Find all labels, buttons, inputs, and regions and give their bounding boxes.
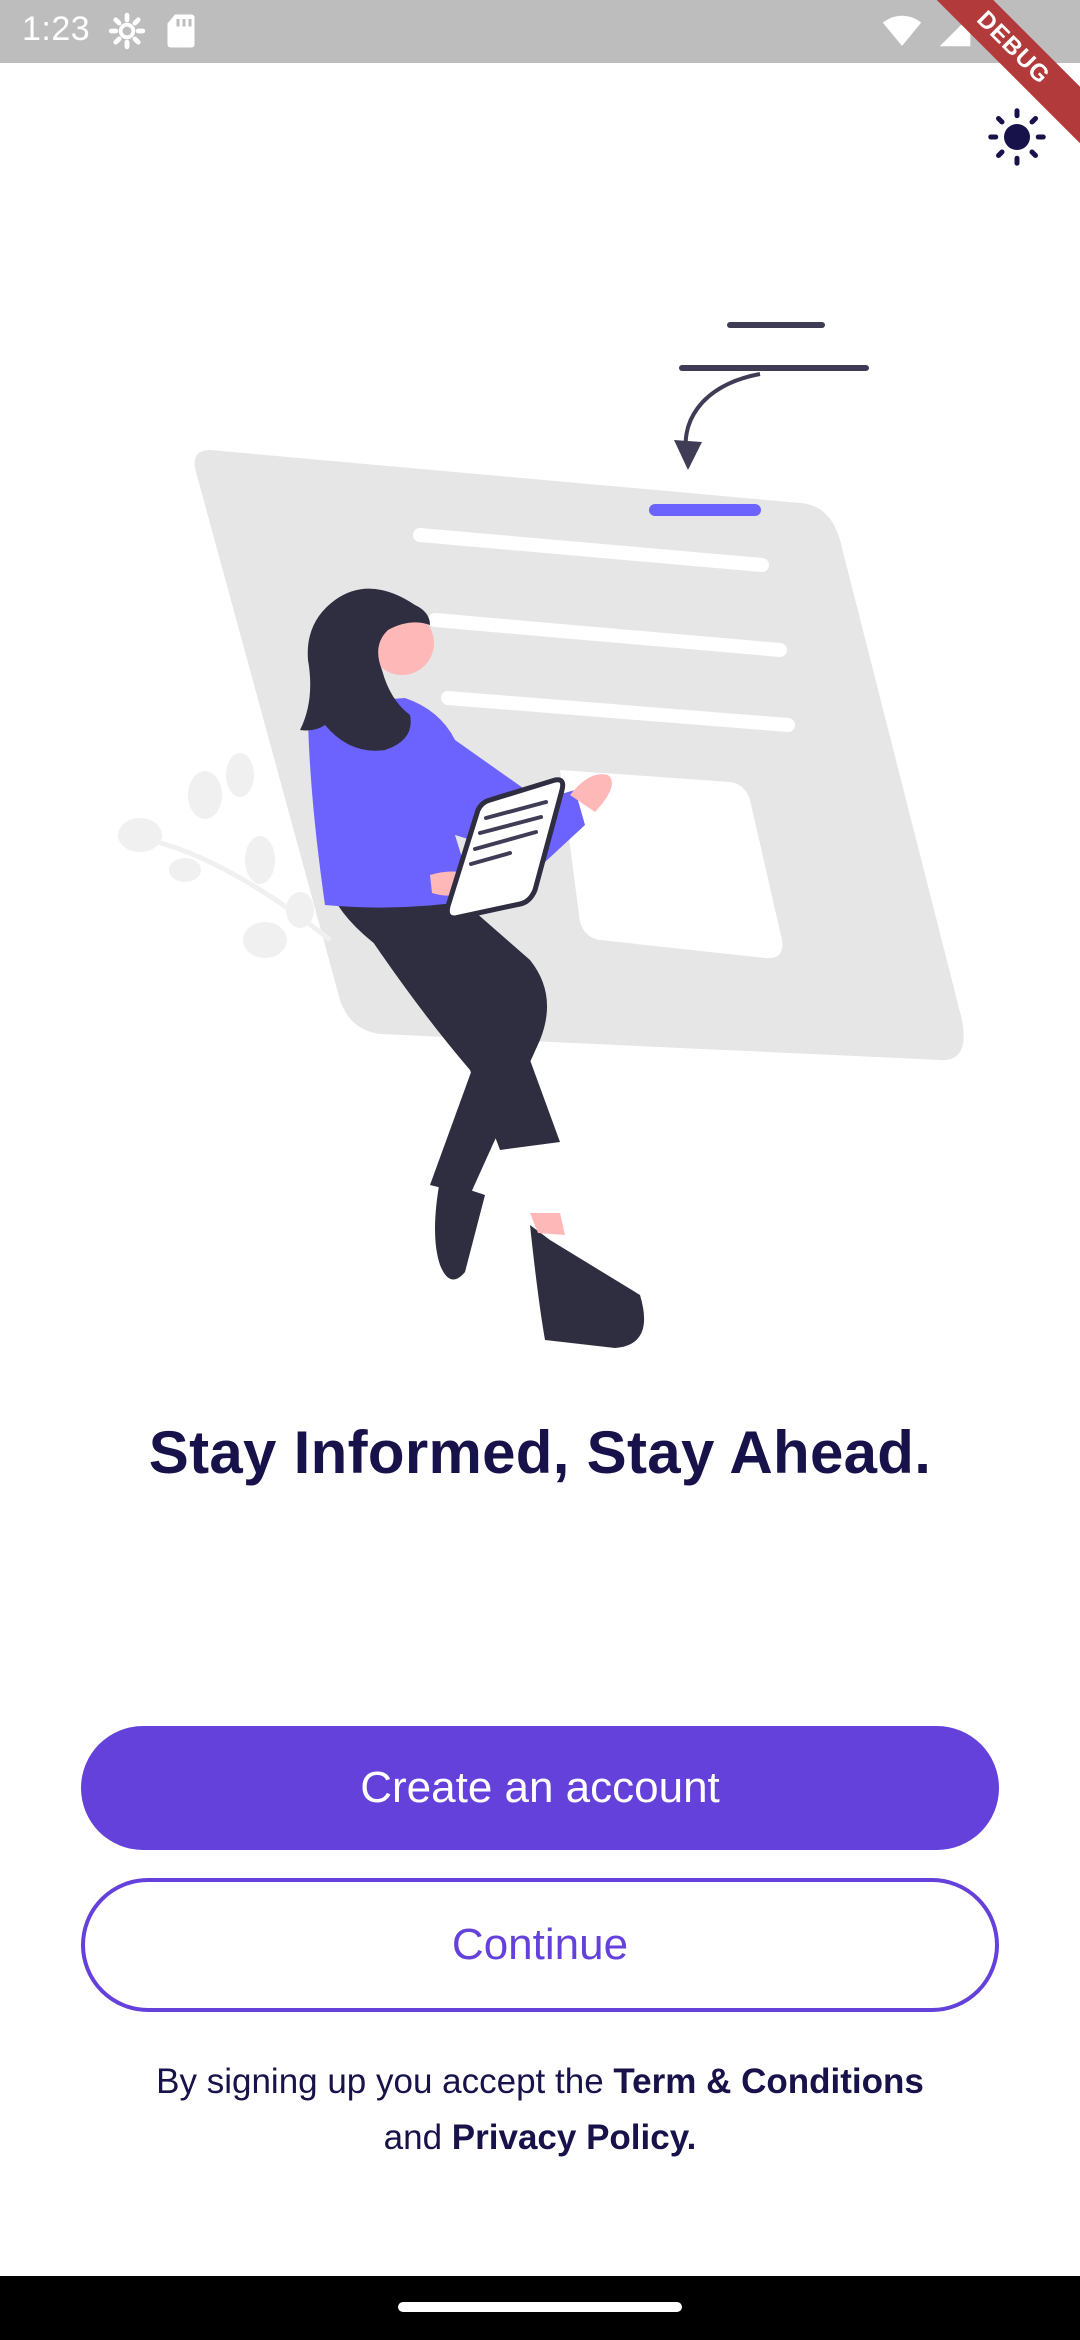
onboarding-illustration: [118, 322, 964, 1348]
continue-button[interactable]: Continue: [81, 1878, 999, 2012]
settings-icon: [108, 12, 146, 55]
status-time: 1:23: [22, 10, 91, 48]
sd-card-icon: [166, 13, 196, 54]
legal-middle: and: [383, 2118, 452, 2157]
legal-prefix: By signing up you accept the: [156, 2062, 614, 2101]
create-account-button[interactable]: Create an account: [81, 1726, 999, 1850]
terms-link[interactable]: Term & Conditions: [613, 2062, 923, 2101]
status-bar: 1:23: [0, 0, 1080, 63]
privacy-policy-link[interactable]: Privacy Policy.: [452, 2118, 697, 2157]
wifi-icon: [882, 14, 922, 53]
home-gesture-handle[interactable]: [398, 2302, 682, 2312]
hero-headline: Stay Informed, Stay Ahead.: [148, 1419, 932, 1486]
sun-icon: [987, 107, 1047, 172]
legal-text: By signing up you accept the Term & Cond…: [140, 2054, 940, 2166]
status-left-icons: [108, 12, 196, 55]
theme-toggle-button[interactable]: [982, 104, 1052, 174]
arrow-decoration: [674, 322, 869, 470]
